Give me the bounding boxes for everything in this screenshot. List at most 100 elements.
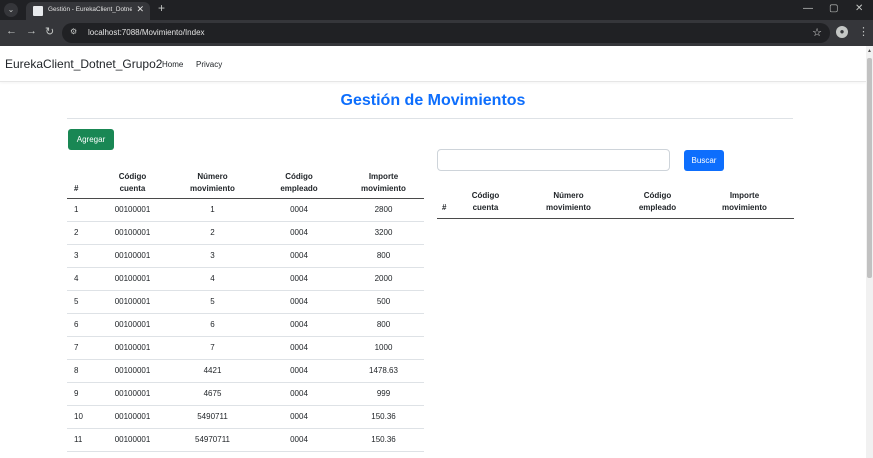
movimiento-cell: 4: [170, 267, 255, 291]
tab-search-icon[interactable]: ⌄: [4, 3, 18, 17]
site-navbar: EurekaClient_Dotnet_Grupo2 Home Privacy: [0, 46, 866, 82]
empleado-cell: 0004: [255, 336, 343, 360]
importe-cell: 150.36: [343, 405, 424, 429]
empleado-cell: 0004: [255, 405, 343, 429]
table-row: 8 00100001 4421 0004 1478.63: [67, 359, 424, 383]
row-number: 1: [67, 198, 95, 222]
page-title: Gestión de Movimientos: [340, 92, 526, 109]
page-scrollbar[interactable]: ▲: [866, 46, 873, 458]
cuenta-cell: 00100001: [95, 359, 170, 383]
page-favicon-icon: [33, 6, 43, 16]
tab-close-icon[interactable]: ✕: [136, 4, 144, 15]
table-row: 4 00100001 4 0004 2000: [67, 267, 424, 291]
address-bar[interactable]: ⚙ localhost:7088/Movimiento/Index ☆: [62, 23, 830, 43]
row-number: 6: [67, 313, 95, 337]
table-row: 3 00100001 3 0004 800: [67, 244, 424, 268]
empleado-cell: 0004: [255, 382, 343, 406]
importe-cell: 150.36: [343, 428, 424, 452]
empleado-cell: 0004: [255, 428, 343, 452]
importe-cell: 800: [343, 244, 424, 268]
browser-tab[interactable]: Gestión - EurekaClient_Dotnet_ ✕: [26, 2, 150, 20]
movimiento-cell: 6: [170, 313, 255, 337]
empleado-cell: 0004: [255, 244, 343, 268]
nav-link-privacy[interactable]: Privacy: [196, 60, 222, 69]
scrollbar-thumb[interactable]: [867, 58, 872, 278]
table-row: 2 00100001 2 0004 3200: [67, 221, 424, 245]
reload-icon[interactable]: ↻: [45, 25, 54, 38]
page-viewport: EurekaClient_Dotnet_Grupo2 Home Privacy …: [0, 46, 873, 458]
movimiento-cell: 5: [170, 290, 255, 314]
result-col-header-empleado: Código empleado: [620, 190, 695, 219]
row-number: 11: [67, 428, 95, 452]
empleado-cell: 0004: [255, 267, 343, 291]
cuenta-cell: 00100001: [95, 336, 170, 360]
nav-link-home[interactable]: Home: [162, 60, 183, 69]
table-row: 5 00100001 5 0004 500: [67, 290, 424, 314]
back-icon[interactable]: ←: [6, 25, 17, 37]
empleado-cell: 0004: [255, 313, 343, 337]
result-col-header-number: #: [437, 190, 454, 219]
profile-avatar-icon[interactable]: ●: [836, 26, 848, 38]
importe-cell: 1000: [343, 336, 424, 360]
table-row: 6 00100001 6 0004 800: [67, 313, 424, 337]
cuenta-cell: 00100001: [95, 198, 170, 222]
search-results-header: # Código cuenta Número movimiento Código em…: [437, 190, 794, 219]
result-col-header-importe: Importe movimiento: [695, 190, 794, 219]
importe-cell: 1478.63: [343, 359, 424, 383]
cuenta-cell: 00100001: [95, 244, 170, 268]
scroll-up-icon[interactable]: ▲: [867, 48, 872, 54]
forward-icon[interactable]: →: [26, 25, 37, 37]
cuenta-cell: 00100001: [95, 428, 170, 452]
table-row: 9 00100001 4675 0004 999: [67, 382, 424, 406]
movements-table: # Código cuenta Número movimiento Código em…: [67, 168, 424, 452]
browser-toolbar: ← → ↻ ⚙ localhost:7088/Movimiento/Index …: [0, 20, 873, 46]
navbar-brand[interactable]: EurekaClient_Dotnet_Grupo2: [5, 57, 162, 71]
row-number: 4: [67, 267, 95, 291]
search-button[interactable]: Buscar: [684, 150, 724, 171]
importe-cell: 2800: [343, 198, 424, 222]
movimiento-cell: 7: [170, 336, 255, 360]
cuenta-cell: 00100001: [95, 221, 170, 245]
result-col-header-movimiento: Número movimiento: [517, 190, 620, 219]
cuenta-cell: 00100001: [95, 382, 170, 406]
browser-menu-icon[interactable]: ⋮: [858, 25, 869, 38]
tab-title: Gestión - EurekaClient_Dotnet_: [48, 6, 132, 13]
empleado-cell: 0004: [255, 198, 343, 222]
row-number: 5: [67, 290, 95, 314]
new-tab-icon[interactable]: +: [158, 1, 165, 15]
cuenta-cell: 00100001: [95, 267, 170, 291]
empleado-cell: 0004: [255, 221, 343, 245]
importe-cell: 3200: [343, 221, 424, 245]
empleado-cell: 0004: [255, 359, 343, 383]
window-close-icon[interactable]: ✕: [855, 3, 863, 14]
add-button[interactable]: Agregar: [68, 129, 114, 150]
movimiento-cell: 54970711: [170, 428, 255, 452]
bookmark-star-icon[interactable]: ☆: [812, 26, 822, 39]
search-input[interactable]: [437, 149, 670, 171]
col-header-movimiento: Número movimiento: [170, 168, 255, 199]
movimiento-cell: 5490711: [170, 405, 255, 429]
table-row: 11 00100001 54970711 0004 150.36: [67, 428, 424, 452]
minimize-icon[interactable]: —: [803, 3, 813, 14]
result-col-header-cuenta: Código cuenta: [454, 190, 517, 219]
importe-cell: 2000: [343, 267, 424, 291]
table-row: 7 00100001 7 0004 1000: [67, 336, 424, 360]
row-number: 3: [67, 244, 95, 268]
browser-tab-strip: ⌄ Gestión - EurekaClient_Dotnet_ ✕ + — ▢…: [0, 0, 873, 20]
row-number: 7: [67, 336, 95, 360]
movimiento-cell: 4675: [170, 382, 255, 406]
site-settings-icon[interactable]: ⚙: [70, 27, 77, 36]
cuenta-cell: 00100001: [95, 313, 170, 337]
row-number: 9: [67, 382, 95, 406]
search-results-table: # Código cuenta Número movimiento Código em…: [437, 190, 794, 219]
table-row: 1 00100001 1 0004 2800: [67, 198, 424, 222]
cuenta-cell: 00100001: [95, 405, 170, 429]
restore-icon[interactable]: ▢: [829, 3, 838, 14]
movements-table-header: # Código cuenta Número movimiento Código em…: [67, 168, 424, 199]
importe-cell: 800: [343, 313, 424, 337]
movimiento-cell: 4421: [170, 359, 255, 383]
movimiento-cell: 3: [170, 244, 255, 268]
col-header-empleado: Código empleado: [255, 168, 343, 199]
url-text[interactable]: localhost:7088/Movimiento/Index: [88, 28, 205, 37]
row-number: 10: [67, 405, 95, 429]
